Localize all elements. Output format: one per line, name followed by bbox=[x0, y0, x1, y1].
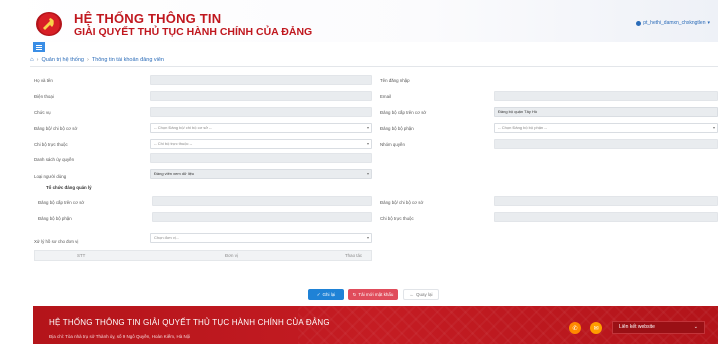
unit-table-header: STT Đơn vị Thao tác bbox=[34, 250, 372, 261]
hamburger-icon-line bbox=[36, 46, 42, 48]
phone-input[interactable] bbox=[150, 91, 372, 101]
upper-org-select[interactable]: Đảng bộ quận Tây Hồ bbox=[494, 107, 718, 117]
breadcrumb-item-system[interactable]: Quản trị hệ thống bbox=[41, 57, 84, 63]
unit-select-value: Chọn đơn vị... bbox=[154, 235, 180, 240]
email-input[interactable] bbox=[494, 91, 718, 101]
reset-password-button-label: Tải mới mật khẩu bbox=[358, 292, 394, 297]
footer-address: Địa chỉ: Tòa nhà trụ sở Thành ủy, số 9 N… bbox=[49, 334, 191, 339]
reset-password-button[interactable]: ↻ Tải mới mật khẩu bbox=[348, 289, 398, 300]
website-links-select[interactable]: Liên kết website ⌄ bbox=[612, 321, 705, 334]
app-footer: HỆ THỐNG THÔNG TIN GIẢI QUYẾT THỦ TỤC HÀ… bbox=[33, 306, 718, 344]
party-org-label: Đảng bộ/ chi bộ cơ sở bbox=[34, 126, 78, 131]
chevron-down-icon: ▾ bbox=[366, 235, 369, 240]
breadcrumb: ⌂ › Quản trị hệ thống › Thông tin tài kh… bbox=[30, 55, 718, 65]
chevron-down-icon: ▾ bbox=[366, 141, 369, 146]
mail-icon[interactable]: ✉ bbox=[590, 322, 602, 334]
sub-branch-select-value: -- Chi bộ trực thuộc -- bbox=[154, 141, 193, 146]
dept-select[interactable]: -- Chọn Đảng bộ bộ phận -- ▾ bbox=[494, 123, 718, 133]
user-icon bbox=[636, 20, 642, 26]
section-sub-branch-label: Chi bộ trực thuộc bbox=[380, 216, 414, 221]
phone-icon[interactable]: ✆ bbox=[569, 322, 581, 334]
chevron-down-icon: ▾ bbox=[366, 125, 369, 130]
unit-label: Xử lý hồ sơ cho đơn vị bbox=[34, 239, 79, 244]
back-button-label: Quay lại bbox=[415, 292, 433, 297]
breadcrumb-item-account: Thông tin tài khoản đảng viên bbox=[91, 57, 164, 63]
party-org-select[interactable]: -- Chọn Đảng bộ/ chi bộ cơ sở -- ▾ bbox=[150, 123, 372, 133]
table-header-unit: Đơn vị bbox=[225, 253, 238, 258]
position-input[interactable] bbox=[150, 107, 372, 117]
user-name: pt_hethi_damxn_chxkngtlen bbox=[643, 20, 706, 26]
hamburger-icon-line bbox=[36, 48, 42, 50]
breadcrumb-separator: › bbox=[36, 57, 39, 63]
section-base-org-label: Đảng bộ/ chi bộ cơ sở bbox=[380, 200, 424, 205]
footer-title: HỆ THỐNG THÔNG TIN GIẢI QUYẾT THỦ TỤC HÀ… bbox=[49, 318, 330, 327]
website-links-label: Liên kết website bbox=[619, 324, 655, 330]
delegation-label: Danh sách ủy quyền bbox=[34, 157, 75, 162]
divider bbox=[30, 66, 718, 67]
dept-label: Đảng bộ bộ phận bbox=[380, 126, 414, 131]
email-label: Email bbox=[380, 94, 391, 99]
table-header-stt: STT bbox=[77, 253, 86, 258]
login-label: Tên đăng nhập bbox=[380, 78, 410, 83]
sub-branch-select[interactable]: -- Chi bộ trực thuộc -- ▾ bbox=[150, 139, 372, 149]
dept-select-value: -- Chọn Đảng bộ bộ phận -- bbox=[498, 125, 547, 130]
user-menu[interactable]: pt_hethi_damxn_chxkngtlen ▾ bbox=[636, 20, 710, 26]
section-title: Tổ chức đảng quản lý bbox=[46, 185, 92, 190]
fullname-input[interactable] bbox=[150, 75, 372, 85]
hamburger-icon bbox=[36, 44, 42, 46]
section-base-org-input bbox=[494, 196, 718, 206]
unit-select[interactable]: Chọn đơn vị... ▾ bbox=[150, 233, 372, 243]
check-icon: ✓ bbox=[316, 291, 321, 297]
phone-label: Điện thoại bbox=[34, 94, 54, 99]
chevron-down-icon: ▾ bbox=[366, 171, 369, 176]
fullname-label: Họ và tên bbox=[34, 78, 53, 83]
position-label: Chức vụ bbox=[34, 110, 51, 115]
save-button[interactable]: ✓ Ghi lại bbox=[308, 289, 344, 300]
chevron-down-icon: ▾ bbox=[712, 125, 715, 130]
user-type-select-value: Đảng viên xem dữ liệu bbox=[154, 171, 195, 176]
section-upper-org-input bbox=[152, 196, 372, 206]
party-org-select-value: -- Chọn Đảng bộ/ chi bộ cơ sở -- bbox=[154, 125, 212, 130]
group-label: Nhóm quyền bbox=[380, 142, 405, 147]
user-type-select[interactable]: Đảng viên xem dữ liệu ▾ bbox=[150, 169, 372, 179]
menu-toggle-button[interactable] bbox=[33, 42, 45, 52]
chevron-down-icon: ⌄ bbox=[693, 324, 698, 330]
app-title-line1: HỆ THỐNG THÔNG TIN bbox=[74, 11, 222, 26]
chevron-down-icon: ▾ bbox=[707, 20, 710, 26]
arrow-left-icon: ← bbox=[409, 292, 414, 297]
user-type-label: Loại người dùng bbox=[34, 174, 67, 179]
save-button-label: Ghi lại bbox=[322, 292, 336, 297]
upper-org-label: Đảng bộ cấp trên cơ sở bbox=[380, 110, 427, 115]
group-input[interactable] bbox=[494, 139, 718, 149]
section-dept-label: Đảng bộ bộ phận bbox=[38, 216, 72, 221]
back-button[interactable]: ← Quay lại bbox=[403, 289, 439, 300]
table-header-action: Thao tác bbox=[345, 253, 363, 258]
home-icon[interactable]: ⌂ bbox=[30, 57, 34, 63]
section-dept-input bbox=[152, 212, 372, 222]
upper-org-select-value: Đảng bộ quận Tây Hồ bbox=[498, 109, 538, 114]
app-title-line2: GIẢI QUYẾT THỦ TỤC HÀNH CHÍNH CỦA ĐẢNG bbox=[74, 26, 313, 38]
section-sub-branch-input bbox=[494, 212, 718, 222]
breadcrumb-separator: › bbox=[86, 57, 89, 63]
delegation-input[interactable] bbox=[150, 153, 372, 163]
sub-branch-label: Chi bộ trực thuộc bbox=[34, 142, 68, 147]
section-upper-org-label: Đảng bộ cấp trên cơ sở bbox=[38, 200, 85, 205]
refresh-icon: ↻ bbox=[352, 291, 357, 297]
app-header: HỆ THỐNG THÔNG TIN GIẢI QUYẾT THỦ TỤC HÀ… bbox=[0, 0, 718, 42]
party-emblem-logo bbox=[36, 12, 62, 36]
